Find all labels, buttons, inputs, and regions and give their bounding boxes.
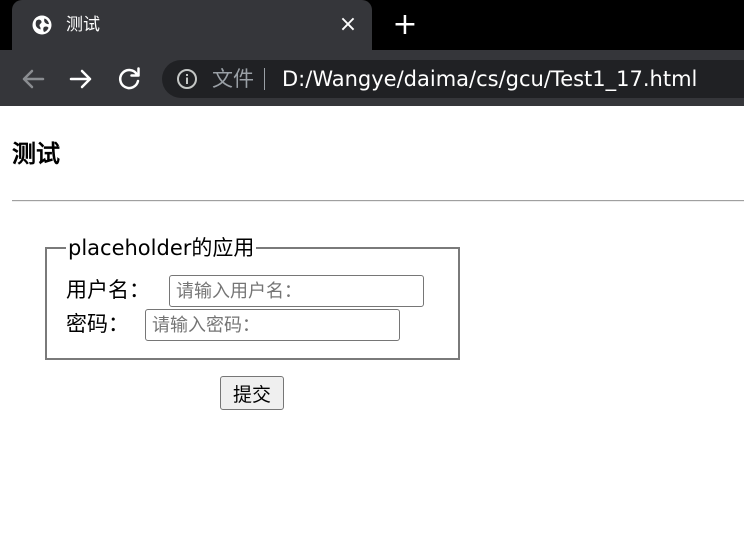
tab-strip: 测试 × + xyxy=(0,0,744,50)
address-divider xyxy=(264,68,265,90)
info-icon[interactable] xyxy=(176,68,198,90)
address-bar[interactable]: 文件 D:/Wangye/daima/cs/gcu/Test1_17.html xyxy=(162,60,744,98)
new-tab-button[interactable]: + xyxy=(392,10,418,40)
page-title: 测试 xyxy=(12,140,60,168)
browser-toolbar: 文件 D:/Wangye/daima/cs/gcu/Test1_17.html xyxy=(0,50,744,106)
url-text[interactable]: D:/Wangye/daima/cs/gcu/Test1_17.html xyxy=(282,65,697,93)
tab-title: 测试 xyxy=(66,15,100,35)
reload-icon[interactable] xyxy=(112,62,146,96)
forward-arrow-icon[interactable] xyxy=(64,62,98,96)
submit-button[interactable]: 提交 xyxy=(220,376,284,410)
fieldset-legend: placeholder的应用 xyxy=(66,233,257,263)
browser-tab[interactable]: 测试 × xyxy=(12,0,372,50)
password-input[interactable] xyxy=(145,309,400,341)
horizontal-rule xyxy=(12,200,744,202)
globe-icon xyxy=(32,15,52,35)
tab-close-button[interactable]: × xyxy=(338,13,358,37)
page-content: 测试 placeholder的应用 用户名： 密码： 提交 xyxy=(0,106,744,544)
back-arrow-icon[interactable] xyxy=(16,62,50,96)
username-label: 用户名： xyxy=(66,278,150,302)
username-input[interactable] xyxy=(169,275,424,307)
password-label: 密码： xyxy=(66,312,129,336)
file-scheme-label: 文件 xyxy=(212,67,254,91)
